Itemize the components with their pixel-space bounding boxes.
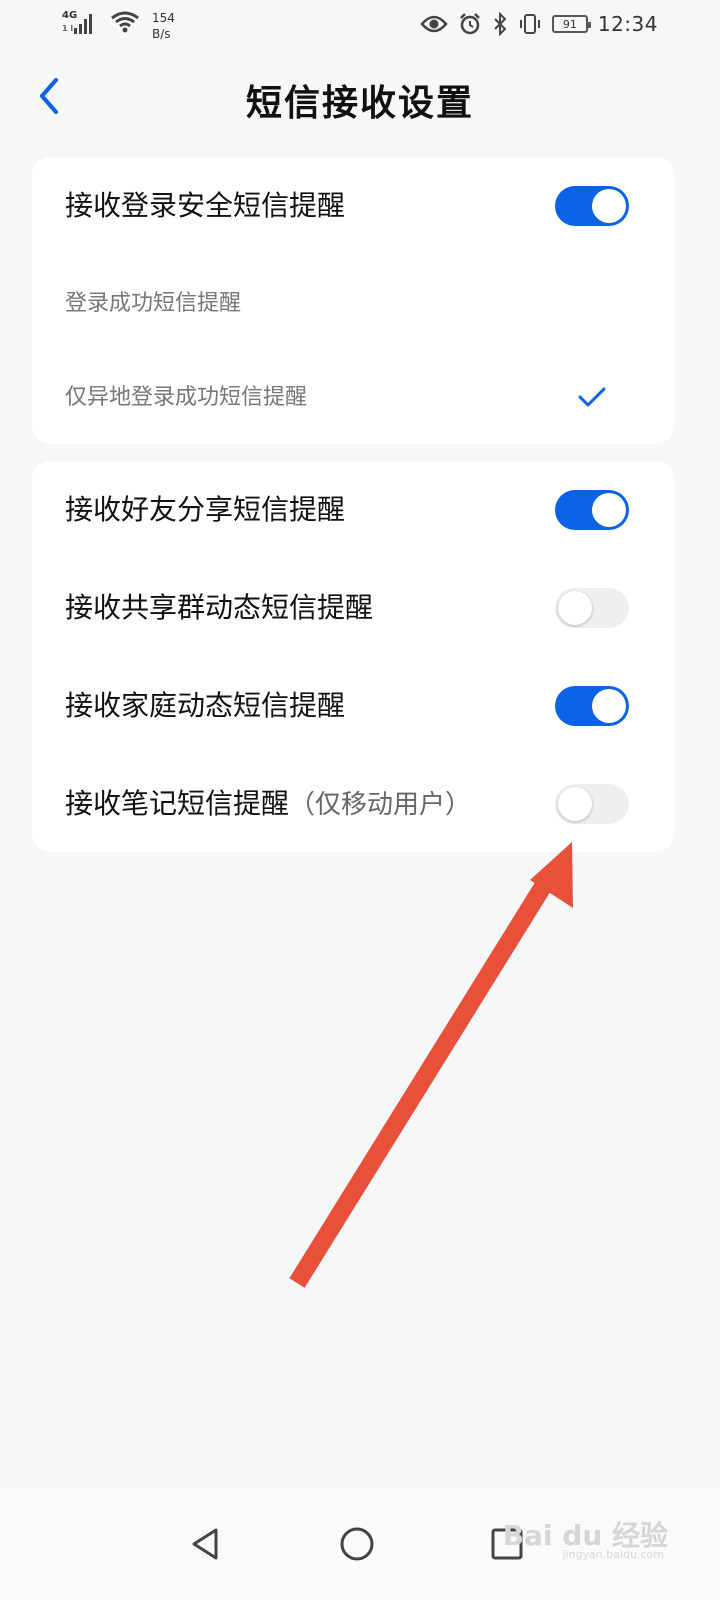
toggle-knob [592,189,626,223]
shared-group-row[interactable]: 接收共享群动态短信提醒 [32,559,674,657]
toggle-knob [558,591,592,625]
login-security-row[interactable]: 接收登录安全短信提醒 [32,157,674,255]
login-success-label: 登录成功短信提醒 [65,291,242,316]
network-sub: 1 l [62,24,74,33]
notes-row[interactable]: 接收笔记短信提醒（仅移动用户） [32,755,674,853]
speed-unit: B/s [152,27,171,41]
cellular-signal-icon: 4G 1 l [62,10,102,36]
notes-label-text: 接收笔记短信提醒 [65,787,290,820]
shared-group-label: 接收共享群动态短信提醒 [65,591,374,624]
watermark-url: jingyan.baidu.com [562,1548,664,1561]
header: 短信接收设置 [0,60,720,132]
friend-share-label: 接收好友分享短信提醒 [65,493,346,526]
navigation-bar: Bai du 经验 jingyan.baidu.com [0,1488,720,1600]
bluetooth-icon [494,12,507,36]
family-activity-row[interactable]: 接收家庭动态短信提醒 [32,657,674,755]
nav-home-icon[interactable] [337,1524,377,1564]
eye-icon [420,15,448,33]
login-success-option[interactable]: 登录成功短信提醒 [32,255,674,353]
wifi-icon [111,11,139,33]
status-right: 91 12:34 [420,10,658,38]
login-security-label: 接收登录安全短信提醒 [65,189,346,222]
status-bar: 4G 1 l 154 B/s 91 12:34 [0,0,720,52]
speed-value: 154 [152,11,175,25]
notes-label: 接收笔记短信提醒（仅移动用户） [65,755,471,853]
friend-share-row[interactable]: 接收好友分享短信提醒 [32,461,674,559]
login-security-card: 接收登录安全短信提醒 登录成功短信提醒 仅异地登录成功短信提醒 [32,157,674,444]
toggle-knob [592,689,626,723]
notes-toggle[interactable] [555,784,629,824]
login-security-toggle[interactable] [555,186,629,226]
status-left: 4G 1 l 154 B/s [62,10,175,42]
signal-bars [74,12,92,34]
vibrate-icon [519,14,540,34]
check-icon [578,387,606,407]
toggle-knob [558,787,592,821]
remote-login-option[interactable]: 仅异地登录成功短信提醒 [32,349,674,447]
family-activity-toggle[interactable] [555,686,629,726]
notes-label-sub: （仅移动用户） [289,790,472,820]
friend-share-toggle[interactable] [555,490,629,530]
remote-login-label: 仅异地登录成功短信提醒 [65,385,308,410]
battery-icon: 91 [551,15,591,33]
network-speed: 154 B/s [152,10,175,42]
shared-group-toggle[interactable] [555,588,629,628]
toggle-knob [592,493,626,527]
clock: 12:34 [597,12,658,36]
battery-level: 91 [562,17,577,31]
notification-card: 接收好友分享短信提醒 接收共享群动态短信提醒 接收家庭动态短信提醒 接收笔记短信… [32,461,674,852]
nav-back-icon[interactable] [186,1524,226,1564]
family-activity-label: 接收家庭动态短信提醒 [65,689,346,722]
alarm-icon [459,13,480,35]
page-title: 短信接收设置 [245,82,474,124]
